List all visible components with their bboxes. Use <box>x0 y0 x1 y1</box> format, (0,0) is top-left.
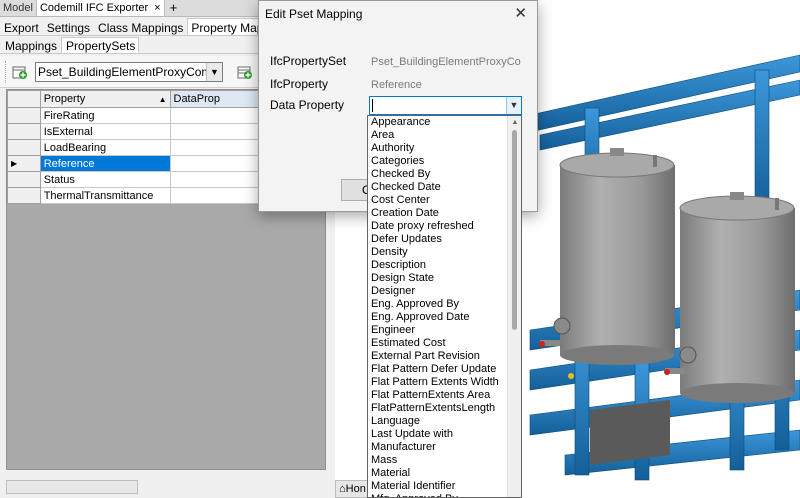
column-header-property[interactable]: Property ▲ <box>39 90 171 108</box>
property-cell[interactable]: Reference <box>39 155 171 172</box>
data-property-dropdown-list[interactable]: Appearance Area Authority Categories Checked… <box>367 115 522 498</box>
home-icon: ⌂ <box>339 483 346 495</box>
dropdown-option[interactable]: Design State <box>368 272 521 285</box>
doc-tab-model[interactable]: Model <box>0 0 37 16</box>
row-header[interactable] <box>7 107 41 124</box>
row-header[interactable] <box>7 123 41 140</box>
data-property-label: Data Property <box>270 98 345 112</box>
tab-export[interactable]: Export <box>0 18 43 35</box>
dropdown-option[interactable]: Cost Center <box>368 194 521 207</box>
close-icon[interactable]: × <box>154 2 160 14</box>
doc-tab-label: Model <box>3 2 33 14</box>
close-icon[interactable]: ✕ <box>514 4 527 22</box>
scrollbar-thumb[interactable] <box>512 130 517 330</box>
chevron-down-icon[interactable]: ▼ <box>506 97 521 114</box>
scroll-up-icon[interactable]: ▲ <box>508 116 521 130</box>
toolbar-grip <box>5 61 7 83</box>
current-row-icon: ▶ <box>11 159 18 168</box>
dropdown-option[interactable]: Eng. Approved Date <box>368 311 521 324</box>
ifc-pset-value: Pset_BuildingElementProxyCommc <box>371 56 521 68</box>
tab-class-mappings[interactable]: Class Mappings <box>94 18 187 35</box>
dropdown-option[interactable]: Categories <box>368 155 521 168</box>
dropdown-option[interactable]: FlatPatternExtentsLength <box>368 402 521 415</box>
dropdown-option[interactable]: Mfg. Approved By <box>368 493 521 497</box>
home-tab-label: Hon <box>345 483 366 495</box>
dropdown-option[interactable]: External Part Revision <box>368 350 521 363</box>
tab-settings[interactable]: Settings <box>43 18 94 35</box>
dropdown-option[interactable]: Date proxy refreshed <box>368 220 521 233</box>
pset-combo[interactable]: Pset_BuildingElementProxyCommon ▼ <box>35 62 223 82</box>
dropdown-option[interactable]: Density <box>368 246 521 259</box>
ifc-property-label: IfcProperty <box>270 77 329 91</box>
dropdown-option[interactable]: Material Identifier <box>368 480 521 493</box>
row-header-corner <box>7 90 41 108</box>
dropdown-option[interactable]: Designer <box>368 285 521 298</box>
dropdown-option[interactable]: Defer Updates <box>368 233 521 246</box>
row-header[interactable]: ▶ <box>7 155 41 172</box>
column-header-label: DataProp <box>173 93 220 105</box>
property-cell[interactable]: Status <box>39 171 171 188</box>
row-header[interactable] <box>7 139 41 156</box>
ifc-pset-label: IfcPropertySet <box>270 54 347 68</box>
doc-tab-ifc-exporter[interactable]: Codemill IFC Exporter × <box>36 0 165 16</box>
pset-combo-value: Pset_BuildingElementProxyCommon <box>38 65 223 79</box>
home-tab[interactable]: ⌂Hon <box>335 480 371 498</box>
ifc-property-value: Reference <box>371 79 422 91</box>
dropdown-option[interactable]: Creation Date <box>368 207 521 220</box>
dropdown-option[interactable]: Material <box>368 467 521 480</box>
status-bar <box>6 480 138 494</box>
doc-tab-label: Codemill IFC Exporter <box>39 2 149 14</box>
property-cell[interactable]: ThermalTransmittance <box>39 187 171 204</box>
dropdown-option[interactable]: Last Update with <box>368 428 521 441</box>
add-property-icon[interactable] <box>237 64 253 80</box>
dropdown-option[interactable]: Area <box>368 129 521 142</box>
dropdown-option[interactable]: Estimated Cost <box>368 337 521 350</box>
dropdown-option[interactable]: Checked By <box>368 168 521 181</box>
dropdown-option[interactable]: Flat Pattern Extents Width <box>368 376 521 389</box>
add-tab-icon[interactable]: + <box>165 0 183 16</box>
data-property-combo[interactable]: ▼ <box>369 96 522 115</box>
property-cell[interactable]: FireRating <box>39 107 171 124</box>
dropdown-option[interactable]: Description <box>368 259 521 272</box>
row-header[interactable] <box>7 187 41 204</box>
dropdown-option[interactable]: Mass <box>368 454 521 467</box>
property-cell[interactable]: IsExternal <box>39 123 171 140</box>
dropdown-option[interactable]: Authority <box>368 142 521 155</box>
text-caret <box>372 99 373 112</box>
dropdown-option[interactable]: Language <box>368 415 521 428</box>
chevron-down-icon[interactable]: ▼ <box>206 63 222 81</box>
add-pset-icon[interactable] <box>12 64 28 80</box>
column-header-label: Property <box>43 93 86 105</box>
dropdown-option[interactable]: Manufacturer <box>368 441 521 454</box>
dropdown-items: Appearance Area Authority Categories Checked… <box>368 116 521 497</box>
dialog-title: Edit Pset Mapping <box>265 7 363 21</box>
dropdown-option[interactable]: Checked Date <box>368 181 521 194</box>
sort-up-icon: ▲ <box>158 95 167 104</box>
property-cell[interactable]: LoadBearing <box>39 139 171 156</box>
dropdown-option[interactable]: Flat PatternExtents Area <box>368 389 521 402</box>
dropdown-option[interactable]: Appearance <box>368 116 521 129</box>
tab-propertysets[interactable]: PropertySets <box>61 37 140 53</box>
dropdown-option[interactable]: Flat Pattern Defer Update <box>368 363 521 376</box>
dropdown-option[interactable]: Engineer <box>368 324 521 337</box>
dropdown-scrollbar[interactable]: ▲ <box>507 116 521 497</box>
dropdown-option[interactable]: Eng. Approved By <box>368 298 521 311</box>
row-header[interactable] <box>7 171 41 188</box>
tab-mappings[interactable]: Mappings <box>0 37 61 53</box>
